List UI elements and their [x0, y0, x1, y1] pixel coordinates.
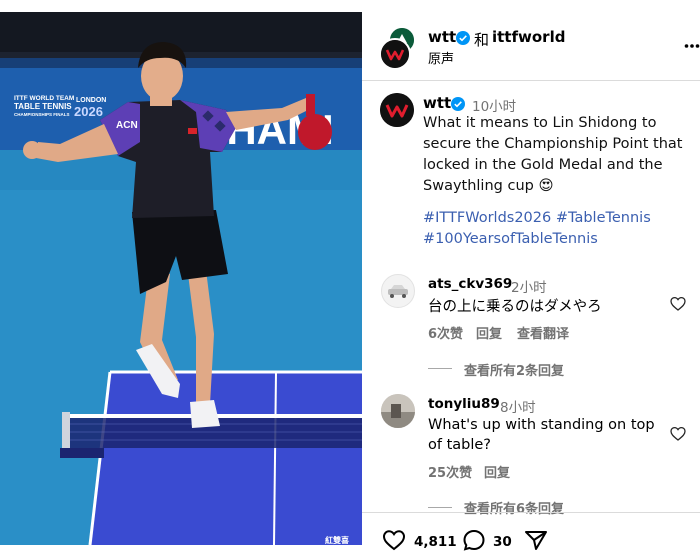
- arena-ceiling: [0, 12, 362, 52]
- comment-icon[interactable]: [462, 529, 486, 551]
- comment-time[interactable]: 8小时: [500, 396, 536, 416]
- heart-outline-icon[interactable]: [382, 529, 406, 551]
- more-horizontal-icon[interactable]: [684, 43, 700, 49]
- comment-translate-button[interactable]: 查看翻译: [517, 323, 569, 342]
- comment-time[interactable]: 2小时: [511, 276, 547, 296]
- table-surface: [90, 372, 362, 545]
- user-photo-icon: [381, 394, 415, 428]
- comment-avatar[interactable]: [381, 394, 415, 428]
- banner-city: LONDON: [76, 97, 106, 104]
- audio-label[interactable]: 原声: [428, 48, 454, 67]
- header-account-name[interactable]: wtt: [428, 28, 456, 46]
- post-action-bar: 4,811 30: [362, 512, 700, 551]
- paddle: [298, 114, 332, 150]
- comment-username[interactable]: tonyliu89: [428, 396, 500, 412]
- comment-likes[interactable]: 6次赞: [428, 323, 463, 342]
- comment-count[interactable]: 30: [493, 534, 512, 550]
- post-header: wtt 和 ittfworld 原声: [362, 12, 700, 81]
- verified-badge-icon: [451, 97, 465, 111]
- post-author-name[interactable]: wtt: [423, 94, 451, 112]
- post-time[interactable]: 10小时: [472, 95, 516, 115]
- post-caption: What it means to Lin Shidong to secure t…: [423, 113, 691, 197]
- comment-avatar[interactable]: [381, 274, 415, 308]
- wtt-logo-icon: [380, 93, 414, 127]
- replies-divider: [428, 368, 452, 369]
- app-window: ITTF WORLD TEAM TABLE TENNIS CHAMPIONSHI…: [0, 0, 700, 551]
- heart-outline-icon[interactable]: [670, 296, 686, 312]
- comment-reply-button[interactable]: 回复: [484, 462, 510, 481]
- view-replies-button[interactable]: 查看所有2条回复: [464, 360, 564, 379]
- banner-year: 2026: [74, 104, 103, 119]
- heart-outline-icon[interactable]: [670, 426, 686, 442]
- share-icon[interactable]: [524, 529, 548, 551]
- coauthor-joiner: 和: [474, 31, 490, 49]
- header-coauthor-name[interactable]: ittfworld: [492, 28, 565, 46]
- top-strip: [0, 0, 700, 12]
- post-hashtags[interactable]: #ITTFWorlds2026 #TableTennis #100Yearsof…: [423, 208, 691, 250]
- like-count[interactable]: 4,811: [414, 534, 457, 550]
- heart-eyes-emoji: 😍: [538, 178, 554, 194]
- post-author-avatar[interactable]: [380, 93, 414, 127]
- banner-small-text: ITTF WORLD TEAM TABLE TENNIS CHAMPIONSHI…: [14, 95, 76, 117]
- comment-text: What's up with standing on top of table?: [428, 417, 655, 453]
- photo-scene: ITTF WORLD TEAM TABLE TENNIS CHAMPIONSHI…: [0, 12, 362, 545]
- post-details-panel: wtt 和 ittfworld 原声 wtt 10小时 What it mean…: [362, 12, 700, 551]
- wtt-logo-icon: [381, 40, 409, 68]
- comment-likes[interactable]: 25次赞: [428, 462, 472, 481]
- comment-text: 台の上に乗るのはダメやろ: [428, 299, 602, 315]
- wtt-avatar[interactable]: [379, 38, 411, 70]
- sponsor-text: 紅雙喜: [325, 535, 349, 545]
- shirt-text: ACN: [116, 120, 138, 131]
- post-photo[interactable]: ITTF WORLD TEAM TABLE TENNIS CHAMPIONSHI…: [0, 12, 362, 545]
- comment-username[interactable]: ats_ckv369: [428, 276, 512, 292]
- replies-divider: [428, 507, 452, 508]
- comment-reply-button[interactable]: 回复: [476, 323, 502, 342]
- verified-badge-icon: [456, 31, 470, 45]
- car-icon: [388, 285, 408, 298]
